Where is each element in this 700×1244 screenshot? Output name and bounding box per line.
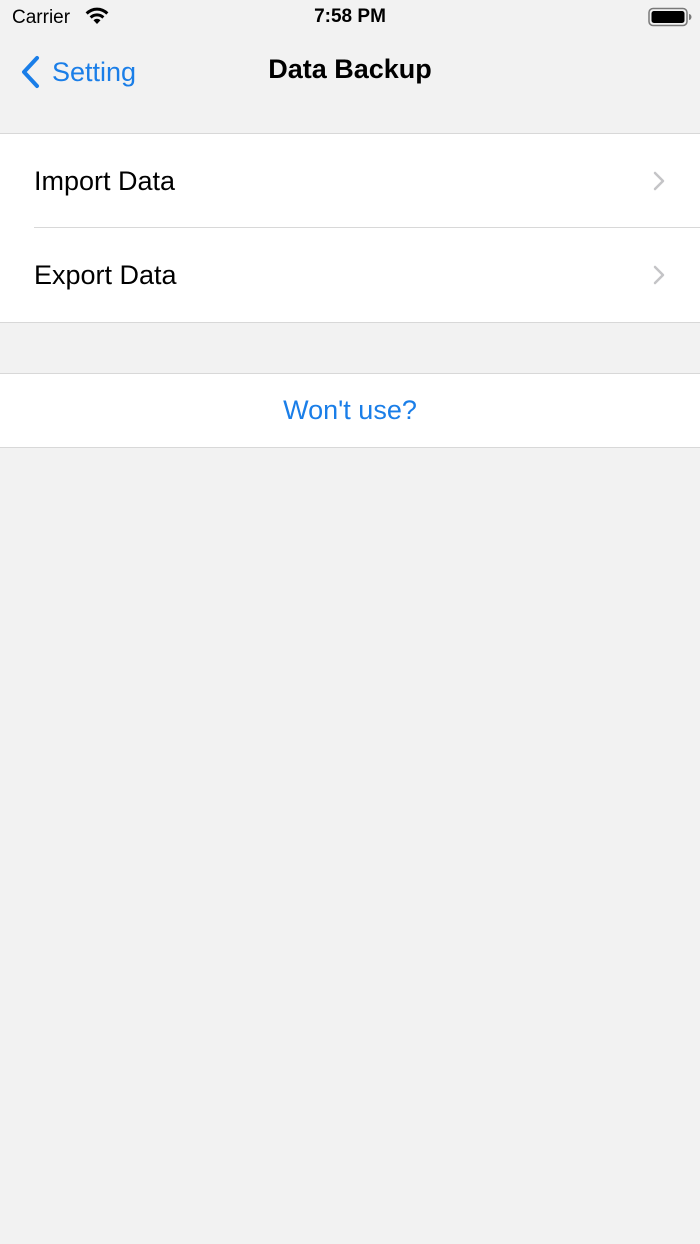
chevron-right-icon: [653, 265, 665, 285]
backup-options-group: Import Data Export Data: [0, 133, 700, 323]
page-title: Data Backup: [268, 54, 432, 84]
import-data-label: Import Data: [34, 165, 176, 196]
data-backup-screen: Carrier 7:58 PM Setting Data Backup Impo…: [0, 0, 700, 1244]
status-time: 7:58 PM: [314, 6, 386, 27]
wont-use-button[interactable]: Won't use?: [0, 374, 700, 447]
import-data-row[interactable]: Import Data: [0, 134, 700, 228]
chevron-right-icon: [653, 171, 665, 191]
navigation-bar: Setting Data Backup: [0, 36, 700, 108]
export-data-label: Export Data: [34, 259, 177, 290]
status-bar: Carrier 7:58 PM: [0, 0, 700, 36]
export-data-row[interactable]: Export Data: [0, 228, 700, 322]
wont-use-group: Won't use?: [0, 373, 700, 448]
battery-icon: [648, 7, 692, 27]
